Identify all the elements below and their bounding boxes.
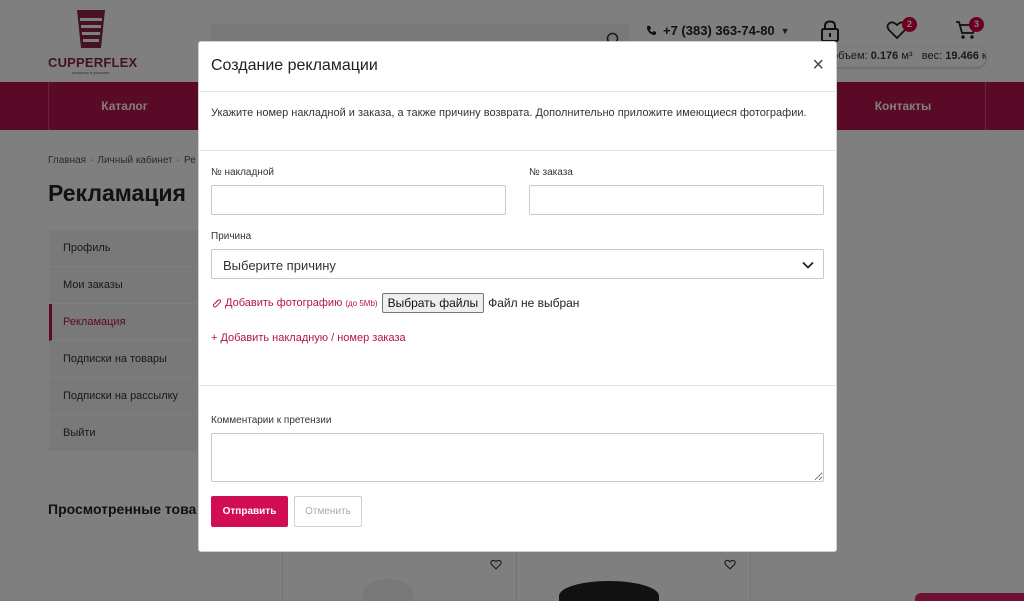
paperclip-icon — [212, 298, 222, 307]
choose-files-button[interactable]: Выбрать файлы — [381, 293, 485, 313]
invoice-number-input[interactable] — [211, 185, 506, 215]
divider — [199, 385, 836, 386]
cancel-button[interactable]: Отменить — [294, 496, 362, 527]
divider — [199, 150, 836, 151]
reason-label: Причина — [211, 231, 252, 242]
modal-header: Создание рекламации × — [199, 42, 836, 92]
chevron-down-icon — [802, 261, 814, 269]
photo-upload-row: Добавить фотографию (до 5Mb) Выбрать фай… — [211, 292, 579, 314]
reason-select-value: Выберите причину — [223, 258, 336, 273]
reason-select[interactable]: Выберите причину — [211, 249, 824, 279]
close-icon[interactable]: × — [812, 55, 824, 75]
add-photo-link[interactable]: Добавить фотографию — [225, 297, 342, 309]
claim-modal: Создание рекламации × Укажите номер накл… — [198, 41, 837, 552]
modal-title: Создание рекламации — [211, 57, 378, 74]
order-number-input[interactable] — [529, 185, 824, 215]
send-button[interactable]: Отправить — [211, 496, 288, 527]
file-status-text: Файл не выбран — [488, 296, 580, 310]
comment-textarea[interactable] — [211, 433, 824, 482]
order-number-label: № заказа — [529, 167, 573, 178]
comment-label: Комментарии к претензии — [211, 415, 332, 426]
invoice-number-label: № накладной — [211, 167, 274, 178]
add-invoice-order-link[interactable]: + Добавить накладную / номер заказа — [211, 332, 406, 344]
modal-intro-text: Укажите номер накладной и заказа, а такж… — [211, 107, 807, 119]
photo-size-limit: (до 5Mb) — [345, 298, 378, 308]
